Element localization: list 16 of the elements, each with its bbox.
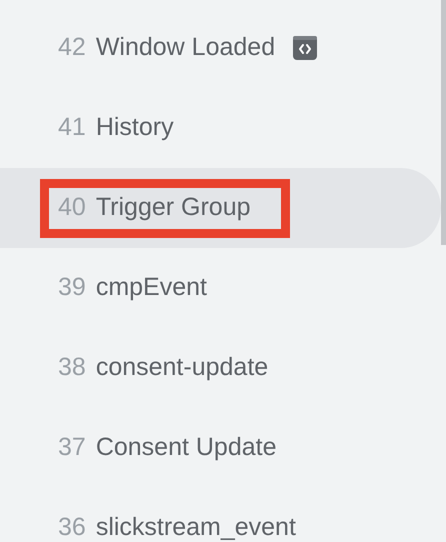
event-row[interactable]: 40 Trigger Group (0, 168, 441, 248)
event-label: Window Loaded (96, 32, 276, 64)
event-number: 42 (58, 32, 86, 64)
event-number: 36 (58, 512, 86, 542)
event-number: 38 (58, 352, 86, 384)
event-number: 40 (58, 192, 86, 224)
event-number: 39 (58, 272, 86, 304)
scrollbar[interactable] (441, 0, 446, 245)
event-label: History (96, 112, 174, 144)
event-number: 37 (58, 432, 86, 464)
event-label: slickstream_event (96, 512, 296, 542)
event-label: Consent Update (96, 432, 276, 464)
event-label: Trigger Group (96, 192, 250, 224)
event-label: consent-update (96, 352, 268, 384)
event-label: cmpEvent (96, 272, 207, 304)
event-number: 41 (58, 112, 86, 144)
